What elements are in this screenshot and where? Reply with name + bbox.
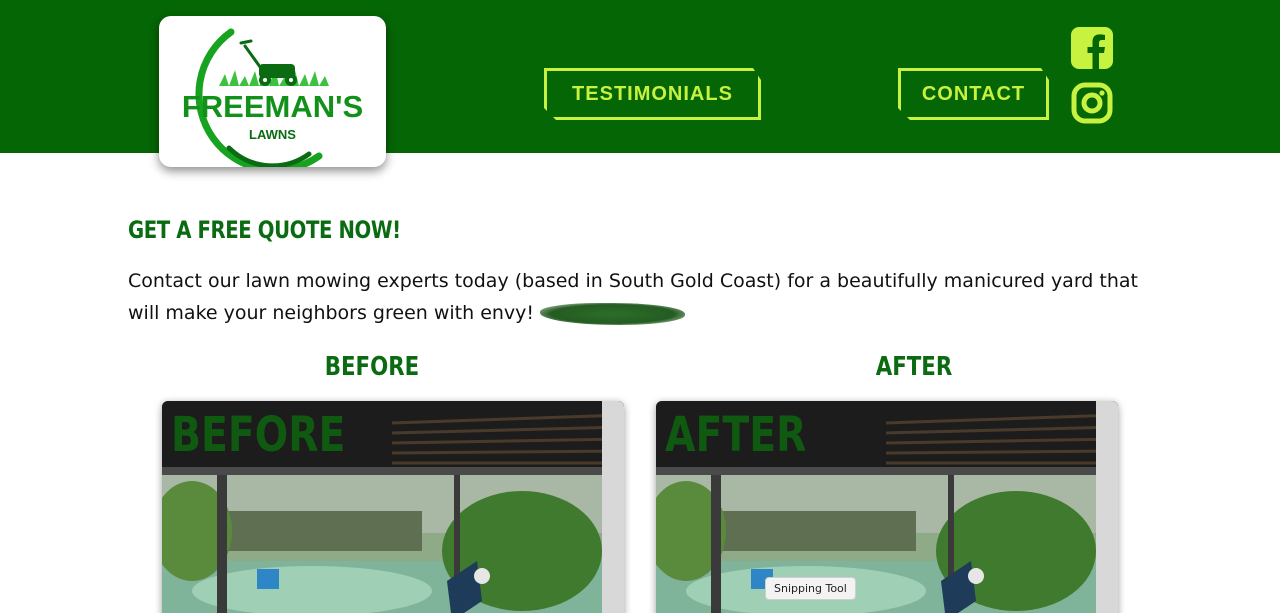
instagram-icon[interactable] [1071, 82, 1113, 124]
after-heading: AFTER [875, 352, 953, 382]
logo[interactable]: FREEMAN'S LAWNS [159, 16, 386, 167]
logo-brand-text: FREEMAN'S [181, 89, 364, 124]
after-photo-label: AFTER [665, 407, 807, 463]
logo-sub-text: LAWNS [249, 127, 296, 142]
contact-button[interactable]: CONTACT [898, 68, 1049, 120]
before-photo-label: BEFORE [171, 407, 346, 463]
before-heading: BEFORE [324, 352, 420, 382]
facebook-icon[interactable] [1071, 27, 1113, 69]
intro-paragraph: Contact our lawn mowing experts today (b… [128, 265, 1148, 329]
before-photo: BEFORE [162, 401, 624, 613]
snipping-tool-tooltip: Snipping Tool [765, 577, 856, 600]
site-header: FREEMAN'S LAWNS TESTIMONIALS CONTACT [0, 0, 1280, 167]
after-photo: AFTER [656, 401, 1118, 613]
testimonials-button[interactable]: TESTIMONIALS [544, 68, 761, 120]
grass-decoration [540, 302, 686, 325]
page-title: GET A FREE QUOTE NOW! [128, 216, 401, 244]
